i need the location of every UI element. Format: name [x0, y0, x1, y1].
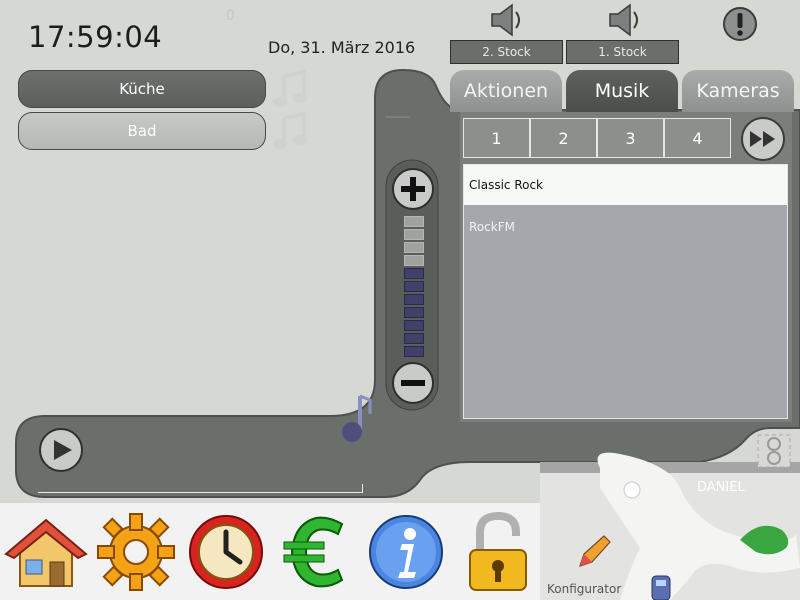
station-list: Classic Rock RockFM: [463, 164, 788, 419]
volume-level-bar[interactable]: [404, 216, 424, 357]
volume-segment: [404, 307, 424, 318]
volume-up-button[interactable]: [391, 167, 435, 211]
station-item-classic-rock[interactable]: Classic Rock: [464, 165, 787, 205]
tab-aktionen[interactable]: Aktionen: [450, 70, 562, 112]
volume-down-button[interactable]: [391, 361, 435, 405]
volume-segment: [404, 333, 424, 344]
preset-button-2[interactable]: 2: [530, 118, 597, 158]
fast-forward-icon[interactable]: [740, 116, 786, 162]
volume-segment: [404, 320, 424, 331]
tab-musik[interactable]: Musik: [566, 70, 678, 112]
pencil-icon: [579, 535, 611, 567]
volume-segment: [404, 229, 424, 240]
volume-segment: [404, 346, 424, 357]
lock-icon[interactable]: [456, 510, 540, 594]
preset-button-4[interactable]: 4: [664, 118, 731, 158]
station-item-rockfm[interactable]: RockFM: [464, 207, 787, 247]
volume-segment: [404, 268, 424, 279]
progress-track[interactable]: [38, 492, 363, 493]
volume-segment: [404, 242, 424, 253]
info-icon[interactable]: [364, 510, 448, 594]
music-note-icon: [342, 394, 372, 442]
user-name: DANIEL: [697, 480, 745, 495]
euro-icon[interactable]: [276, 510, 360, 594]
music-note-icon: [273, 70, 307, 107]
gear-icon[interactable]: [94, 510, 178, 594]
room-button-bad[interactable]: Bad: [18, 112, 266, 150]
room-button-kueche[interactable]: Küche: [18, 70, 266, 108]
play-icon[interactable]: [38, 427, 84, 473]
floor-button-1-stock[interactable]: 1. Stock: [566, 40, 679, 64]
tab-kameras[interactable]: Kameras: [682, 70, 794, 112]
remote-icon: [651, 575, 671, 600]
home-icon[interactable]: [4, 510, 88, 594]
volume-segment: [404, 255, 424, 266]
preset-button-3[interactable]: 3: [597, 118, 664, 158]
speaker-icon[interactable]: [604, 2, 646, 38]
warning-icon[interactable]: [722, 6, 758, 42]
speaker-icon[interactable]: [486, 2, 528, 38]
progress-end-marker: [362, 484, 363, 493]
music-note-icon: [273, 112, 307, 149]
volume-segment: [404, 216, 424, 227]
floor-button-2-stock[interactable]: 2. Stock: [450, 40, 563, 64]
volume-segment: [404, 294, 424, 305]
volume-segment: [404, 281, 424, 292]
clock-icon[interactable]: [184, 510, 268, 594]
configurator-label[interactable]: Konfigurator: [547, 582, 621, 596]
preset-button-1[interactable]: 1: [463, 118, 530, 158]
